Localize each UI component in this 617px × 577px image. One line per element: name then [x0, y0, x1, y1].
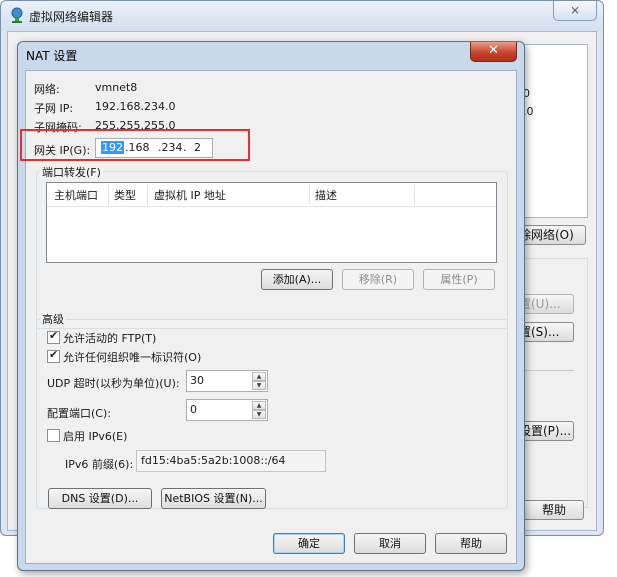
allow-ftp-checkbox[interactable]: ✔	[47, 329, 60, 344]
port-forwarding-label: 端口转发(F)	[40, 164, 103, 180]
ipv6-prefix-label: IPv6 前缀(6):	[65, 458, 134, 471]
udp-timeout-label: UDP 超时(以秒为单位)(U):	[47, 377, 180, 390]
checkmark-icon: ✔	[49, 329, 59, 342]
netbios-settings-button[interactable]: NetBIOS 设置(N)...	[161, 488, 266, 509]
column-divider	[414, 185, 415, 205]
remove-button[interactable]: 移除(R)	[342, 269, 414, 290]
gateway-highlight-frame	[20, 129, 250, 161]
subnet-ip-value: 192.168.234.0	[95, 100, 176, 113]
enable-ipv6-label[interactable]: 启用 IPv6(E)	[63, 428, 127, 444]
network-value: vmnet8	[95, 81, 138, 94]
subnet-ip-label: 子网 IP:	[34, 102, 74, 115]
column-divider	[147, 185, 148, 205]
column-header-type[interactable]: 类型	[114, 187, 136, 205]
allow-ftp-label[interactable]: 允许活动的 FTP(T)	[63, 330, 156, 346]
table-header: 主机端口 类型 虚拟机 IP 地址 描述	[47, 183, 496, 207]
ok-button[interactable]: 确定	[273, 533, 345, 554]
properties-button[interactable]: 属性(P)	[423, 269, 495, 290]
spin-down-icon[interactable]: ▼	[252, 410, 266, 419]
add-button[interactable]: 添加(A)...	[261, 269, 333, 290]
ipv6-prefix-field: fd15:4ba5:5a2b:1008::/64	[136, 450, 326, 472]
background-titlebar: 虚拟网络编辑器 ⨯	[1, 1, 603, 31]
nat-settings-dialog: NAT 设置 ✕ 网络: vmnet8 子网 IP: 192.168.234.0…	[17, 41, 525, 571]
cancel-button[interactable]: 取消	[354, 533, 426, 554]
network-globe-icon	[11, 7, 23, 23]
column-header-host-port[interactable]: 主机端口	[54, 187, 98, 205]
column-divider	[108, 185, 109, 205]
checkmark-icon: ✔	[49, 348, 59, 361]
column-header-description[interactable]: 描述	[315, 187, 337, 205]
config-port-value[interactable]: 0	[190, 403, 197, 416]
background-window-title: 虚拟网络编辑器	[29, 10, 114, 24]
column-header-vm-ip[interactable]: 虚拟机 IP 地址	[154, 187, 226, 205]
advanced-label: 高级	[40, 311, 66, 327]
dns-settings-button[interactable]: DNS 设置(D)...	[48, 488, 152, 509]
udp-timeout-value[interactable]: 30	[190, 374, 204, 387]
config-port-stepper[interactable]: 0 ▲ ▼	[186, 399, 268, 421]
port-forwarding-table[interactable]: 主机端口 类型 虚拟机 IP 地址 描述	[46, 182, 497, 263]
config-port-label: 配置端口(C):	[47, 407, 111, 420]
spin-down-icon[interactable]: ▼	[252, 381, 266, 390]
help-button[interactable]: 帮助	[435, 533, 507, 554]
dialog-title: NAT 设置	[26, 49, 78, 63]
ipv6-prefix-value: fd15:4ba5:5a2b:1008::/64	[141, 454, 286, 467]
enable-ipv6-checkbox[interactable]	[47, 429, 60, 442]
allow-oui-label[interactable]: 允许任何组织唯一标识符(O)	[63, 349, 201, 365]
background-close-button[interactable]: ⨯	[553, 1, 597, 21]
spin-up-icon[interactable]: ▲	[252, 372, 266, 381]
spin-up-icon[interactable]: ▲	[252, 401, 266, 410]
column-divider	[309, 185, 310, 205]
allow-oui-checkbox[interactable]: ✔	[47, 348, 60, 363]
network-label: 网络:	[34, 83, 60, 96]
dialog-close-button[interactable]: ✕	[470, 42, 517, 62]
udp-timeout-stepper[interactable]: 30 ▲ ▼	[186, 370, 268, 392]
